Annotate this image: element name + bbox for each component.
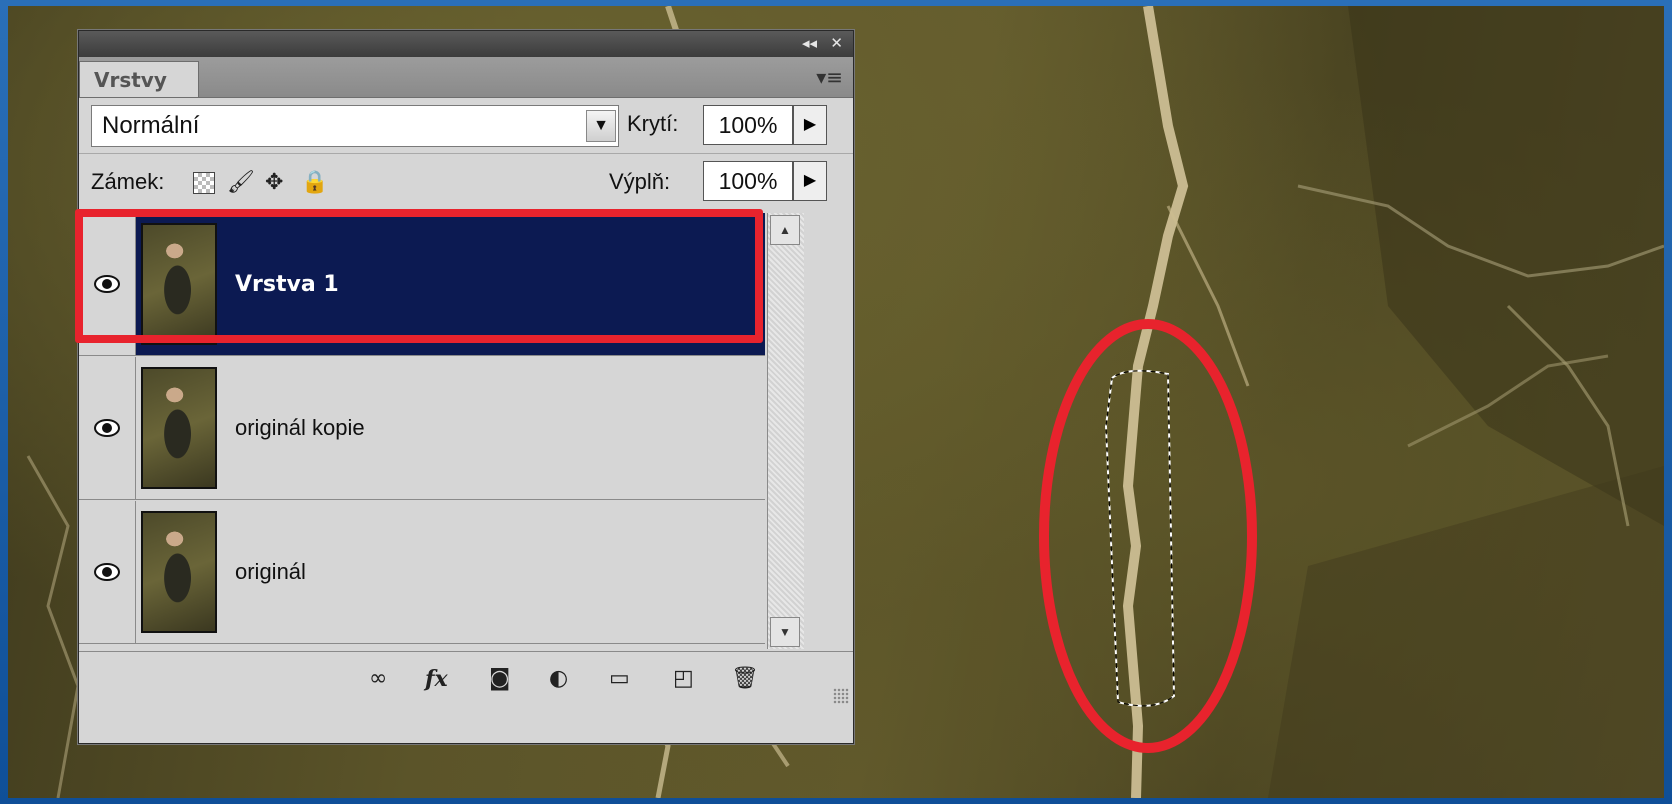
trash-icon[interactable]: 🗑 [731,666,759,691]
lock-row: Zámek: 🖌 ✥ 🔒 Výplň: 100% ▶ [79,155,853,209]
layer-row[interactable]: originál kopie [79,357,765,500]
eye-icon [94,419,120,437]
blend-row: Normální ▼ Krytí: 100% ▶ [79,99,853,153]
adjustment-icon[interactable]: ◐ [549,666,568,691]
divider [79,153,853,154]
layers-list: Vrstva 1 originál kopie originál [75,209,765,649]
blend-mode-value: Normální [102,112,200,139]
fill-arrow-button[interactable]: ▶ [793,161,827,201]
chevron-down-icon[interactable]: ▼ [586,110,616,142]
fill-label: Výplň: [609,169,671,194]
layer-name: originál [235,559,306,584]
scroll-up-icon[interactable]: ▲ [770,215,800,245]
panel-bottom-bar: ∞ fx ◙ ◐ ▭ ◰ 🗑 [79,651,853,708]
panel-titlebar[interactable]: ◂◂ ✕ [79,31,853,57]
panel-tab-row: Vrstvy ▾≡ [79,57,853,98]
fill-input[interactable]: 100% [703,161,793,201]
layer-thumbnail [141,367,217,489]
tab-layers[interactable]: Vrstvy [79,61,199,97]
resize-grip[interactable] [833,688,849,704]
opacity-arrow-button[interactable]: ▶ [793,105,827,145]
layer-row[interactable]: originál [79,501,765,644]
new-layer-icon[interactable]: ◰ [673,666,694,691]
layers-scrollbar[interactable]: ▲ ▼ [767,213,804,649]
lock-label: Zámek: [91,169,165,194]
collapse-icon[interactable]: ◂◂ [802,34,817,52]
layer-name: originál kopie [235,415,365,440]
brush-icon[interactable]: 🖌 [227,169,255,195]
link-icon[interactable]: ∞ [369,666,387,691]
scroll-down-icon[interactable]: ▼ [770,617,800,647]
mask-icon[interactable]: ◙ [489,666,510,691]
visibility-toggle[interactable] [79,501,136,643]
highlight-ellipse [1039,319,1257,753]
highlight-rectangle [75,209,763,343]
layer-row[interactable]: Vrstva 1 [75,209,765,356]
opacity-label: Krytí: [627,111,679,136]
visibility-toggle[interactable] [79,357,136,499]
move-icon[interactable]: ✥ [265,169,283,195]
lock-icon[interactable]: 🔒 [301,169,328,195]
layers-panel: ◂◂ ✕ Vrstvy ▾≡ Normální ▼ Krytí: 100% ▶ … [75,30,854,744]
opacity-input[interactable]: 100% [703,105,793,145]
layer-thumbnail [141,511,217,633]
close-icon[interactable]: ✕ [830,34,843,52]
eye-icon [94,563,120,581]
panel-menu-icon[interactable]: ▾≡ [816,65,843,89]
fx-icon[interactable]: fx [425,666,448,692]
lock-transparent-icon[interactable] [193,172,215,194]
blend-mode-select[interactable]: Normální ▼ [91,105,619,147]
folder-icon[interactable]: ▭ [609,666,630,691]
